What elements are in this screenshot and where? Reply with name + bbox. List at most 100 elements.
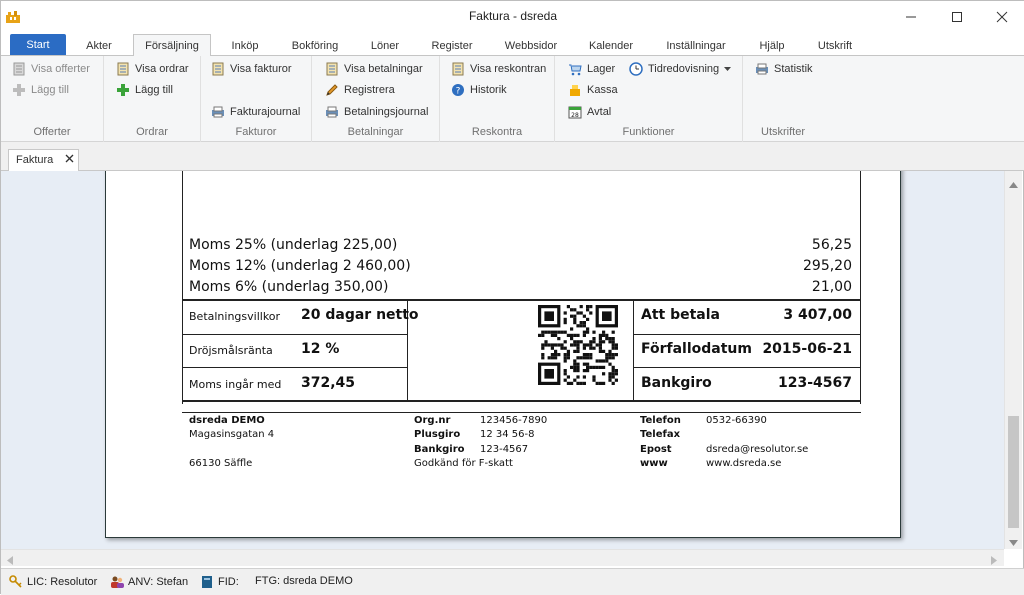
horizontal-scrollbar[interactable] — [1, 549, 1004, 566]
clock-icon — [629, 62, 643, 76]
cart-icon — [568, 62, 582, 76]
document-viewer[interactable]: Moms 25% (underlag 225,00) 56,25 Moms 12… — [1, 171, 1004, 549]
tab-installningar[interactable]: Inställningar — [653, 35, 739, 56]
historik-button[interactable]: ? Historik — [451, 81, 507, 99]
visa-ordrar-button[interactable]: Visa ordrar — [116, 60, 189, 78]
close-icon — [996, 11, 1008, 22]
qr-code-image — [538, 305, 618, 385]
total-value: 123-4567 — [778, 375, 852, 391]
printer-icon — [325, 105, 339, 119]
document-tab-faktura[interactable]: Faktura — [8, 149, 79, 172]
document-tabs: Faktura — [1, 142, 1024, 172]
maximize-button[interactable] — [934, 1, 980, 32]
tab-webbsidor[interactable]: Webbsidor — [495, 35, 567, 56]
tab-loner[interactable]: Löner — [359, 35, 411, 56]
visa-offerter-button[interactable]: Visa offerter — [12, 60, 90, 78]
footer-label: Telefon — [640, 415, 681, 426]
terms-value: 372,45 — [301, 375, 356, 391]
close-tab-icon[interactable] — [65, 154, 74, 166]
visa-fakturor-button[interactable]: Visa fakturor — [211, 60, 292, 78]
betalningsjournal-button[interactable]: Betalningsjournal — [325, 103, 428, 121]
lagg-till-order-button[interactable]: Lägg till — [116, 81, 173, 99]
scroll-thumb[interactable] — [1008, 416, 1019, 528]
scroll-left-icon[interactable] — [7, 554, 13, 568]
registrera-button[interactable]: Registrera — [325, 81, 395, 99]
group-label-offerter: Offerter — [33, 126, 71, 138]
printer-icon — [211, 105, 225, 119]
chevron-down-icon — [724, 63, 732, 75]
group-label-fakturor: Fakturor — [235, 126, 277, 138]
footer-label: Org.nr — [414, 415, 451, 426]
group-fakturor: Visa fakturor Fakturajournal Fakturor — [201, 56, 312, 142]
scroll-right-icon[interactable] — [991, 554, 997, 568]
scroll-down-icon[interactable] — [1009, 535, 1018, 549]
footer-company: dsreda DEMO — [189, 415, 265, 426]
document-list-icon — [451, 62, 465, 76]
tab-forsaljning[interactable]: Försäljning — [133, 34, 211, 57]
terms-value: 20 dagar netto — [301, 307, 419, 323]
total-label: Bankgiro — [641, 375, 712, 391]
total-label: Att betala — [641, 307, 720, 323]
group-label-betalningar: Betalningar — [347, 126, 404, 138]
document-list-icon — [12, 62, 26, 76]
fakturajournal-button[interactable]: Fakturajournal — [211, 103, 300, 121]
tab-register[interactable]: Register — [421, 35, 483, 56]
status-lic: LIC: Resolutor — [9, 575, 97, 589]
document-list-icon — [211, 62, 225, 76]
visa-reskontran-button[interactable]: Visa reskontran — [451, 60, 546, 78]
ribbon-tabs: Start Akter Försäljning Inköp Bokföring … — [1, 32, 1024, 57]
terms-label: Moms ingår med — [189, 378, 282, 391]
moms-value: 295,20 — [803, 258, 852, 274]
summary-top-line — [182, 299, 861, 301]
tab-start[interactable]: Start — [10, 34, 66, 55]
calendar-icon: 28 — [568, 105, 582, 119]
kassa-button[interactable]: Kassa — [568, 81, 618, 99]
tab-utskrift[interactable]: Utskrift — [805, 35, 865, 56]
close-button[interactable] — [979, 1, 1024, 32]
document-list-icon — [325, 62, 339, 76]
avtal-button[interactable]: 28 Avtal — [568, 103, 611, 121]
minimize-icon — [906, 16, 916, 17]
statistik-button[interactable]: Statistik — [755, 60, 813, 78]
visa-betalningar-button[interactable]: Visa betalningar — [325, 60, 423, 78]
group-offerter: Visa offerter Lägg till Offerter — [1, 56, 104, 142]
moms-label: Moms 25% (underlag 225,00) — [189, 237, 398, 253]
terms-label: Dröjsmålsränta — [189, 344, 273, 357]
tab-inkop[interactable]: Inköp — [219, 35, 271, 56]
users-icon — [110, 575, 124, 589]
terms-label: Betalningsvillkor — [189, 310, 281, 323]
window-title: Faktura - dsreda — [468, 9, 558, 23]
tab-bokforing[interactable]: Bokföring — [281, 35, 349, 56]
plus-icon — [12, 83, 26, 97]
moms-label: Moms 12% (underlag 2 460,00) — [189, 258, 411, 274]
divider-line — [182, 334, 408, 335]
maximize-icon — [952, 11, 962, 22]
tidredovisning-dropdown[interactable]: Tidredovisning — [629, 60, 732, 78]
key-icon — [9, 575, 23, 589]
footer-value: 12 34 56-8 — [480, 429, 535, 440]
lager-button[interactable]: Lager — [568, 60, 615, 78]
scroll-up-icon[interactable] — [1009, 177, 1018, 191]
lagg-till-offert-button[interactable]: Lägg till — [12, 81, 69, 99]
group-label-ordrar: Ordrar — [136, 126, 168, 138]
footer-value: www.dsreda.se — [706, 458, 782, 469]
total-value: 2015-06-21 — [762, 341, 852, 357]
tab-akter[interactable]: Akter — [73, 35, 125, 56]
tab-kalender[interactable]: Kalender — [579, 35, 643, 56]
footer-line — [182, 412, 861, 413]
group-label-utskrifter: Utskrifter — [761, 126, 805, 138]
minimize-button[interactable] — [888, 1, 934, 32]
group-utskrifter: Statistik Utskrifter — [743, 56, 823, 142]
summary-bottom-line — [182, 400, 861, 402]
group-reskontra: Visa reskontran ? Historik Reskontra — [440, 56, 555, 142]
footer-label: Epost — [640, 444, 672, 455]
tab-hjalp[interactable]: Hjälp — [749, 35, 795, 56]
group-funktioner: Lager Kassa 28 Avtal Tidredovisning Funk… — [555, 56, 743, 142]
divider-line — [182, 367, 408, 368]
divider-line — [633, 334, 861, 335]
vertical-scrollbar[interactable] — [1004, 171, 1022, 549]
document-tab-label: Faktura — [16, 154, 54, 166]
total-label: Förfallodatum — [641, 341, 752, 357]
frame-line — [860, 171, 861, 404]
group-ordrar: Visa ordrar Lägg till Ordrar — [104, 56, 201, 142]
